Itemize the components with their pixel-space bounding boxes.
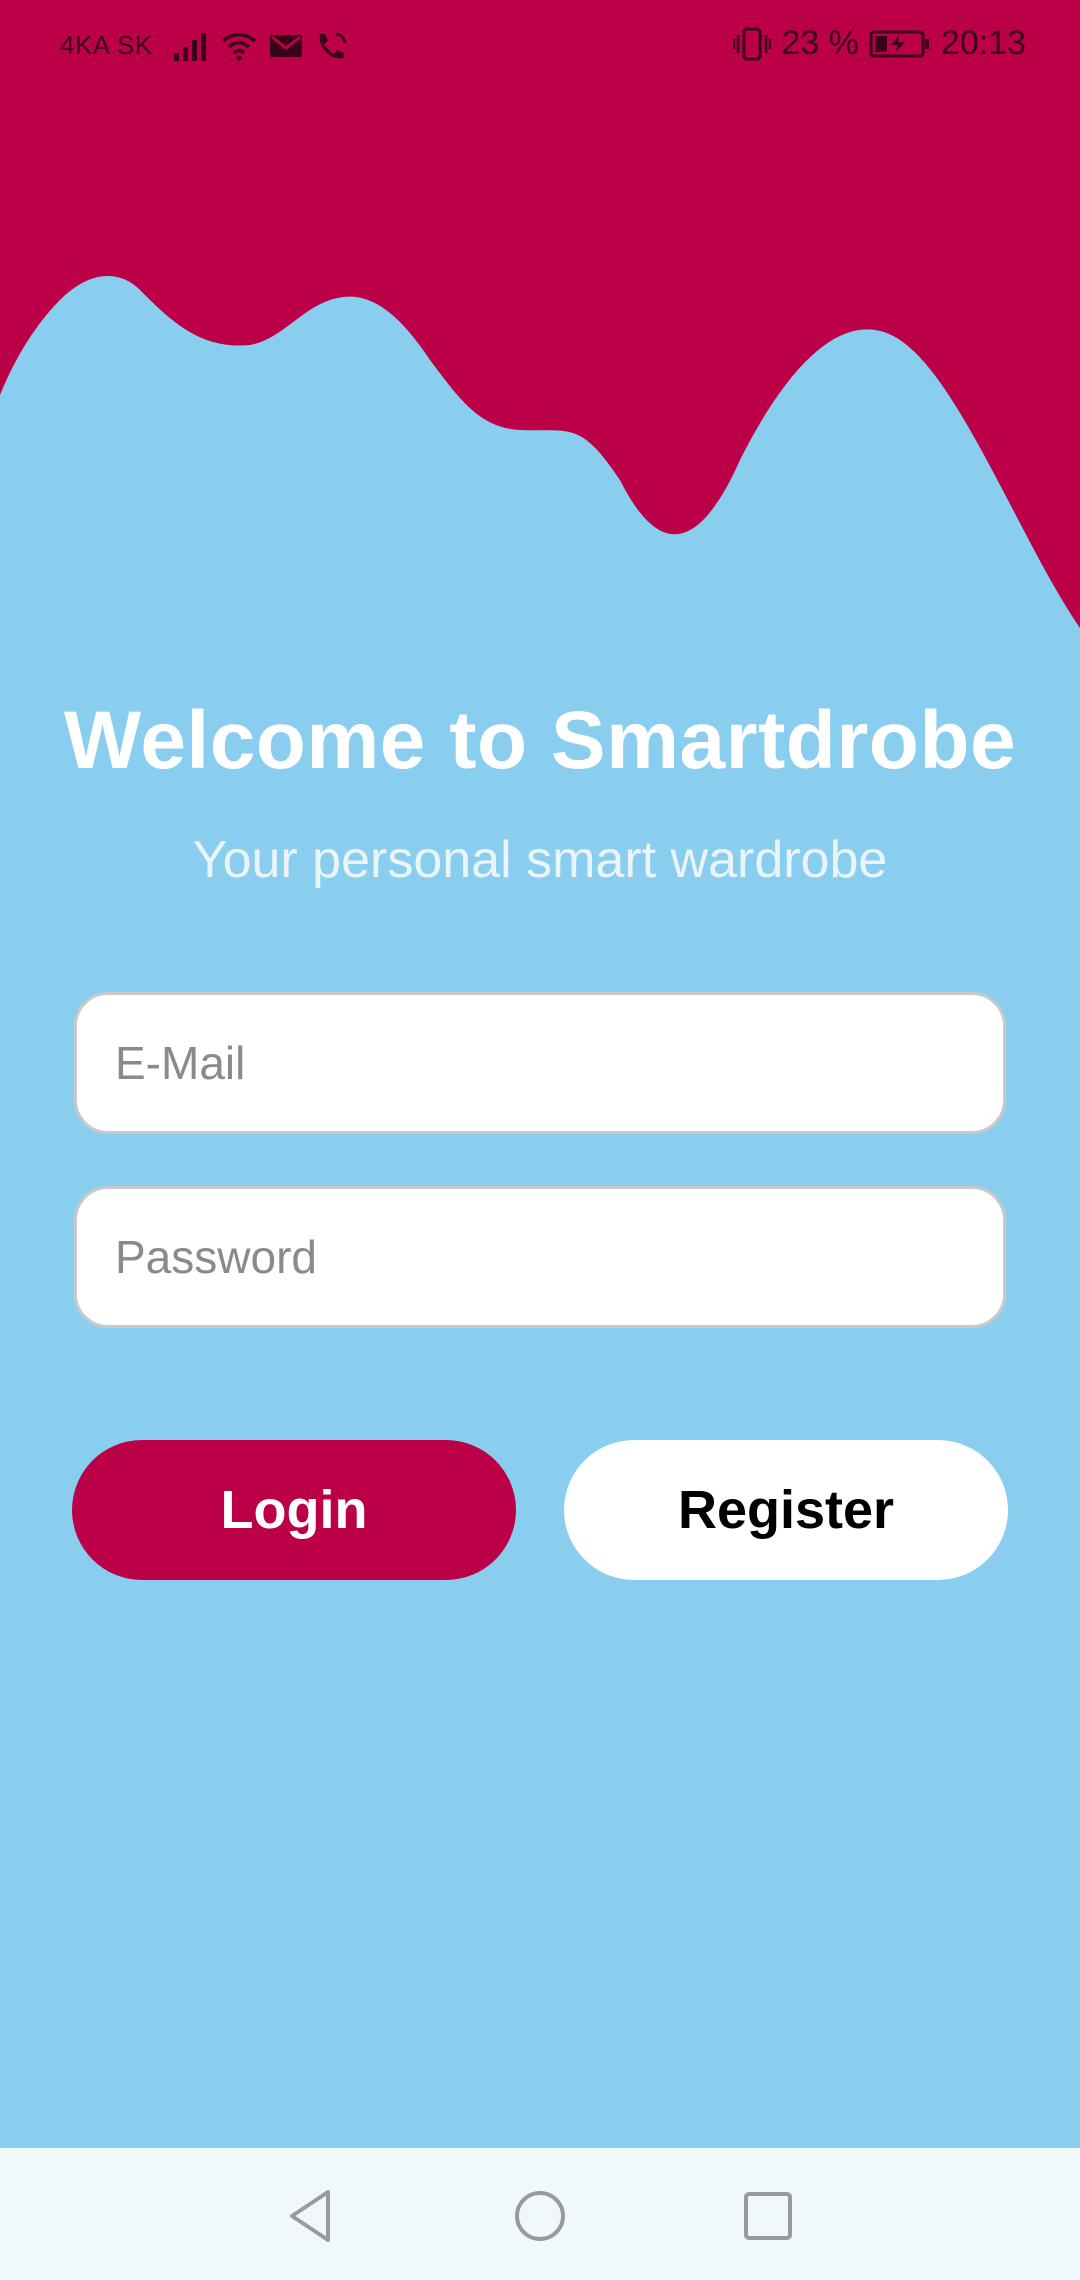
call-icon [319, 32, 347, 59]
status-right: 23 % 20:13 [733, 24, 1026, 63]
status-bar: 4KA SK 23 % 20:13 [0, 0, 1080, 92]
system-nav-bar [0, 2148, 1080, 2280]
wifi-icon [221, 32, 257, 61]
password-field[interactable] [74, 1186, 1006, 1328]
register-button[interactable]: Register [564, 1440, 1008, 1580]
page-subtitle: Your personal smart wardrobe [192, 831, 888, 889]
mail-icon [270, 35, 302, 57]
page-title: Welcome to Smartdrobe [63, 695, 1017, 786]
login-screen: 4KA SK 23 % 20:13 Welcome to Smartdrobe … [0, 0, 1080, 2280]
back-icon[interactable] [278, 2184, 342, 2248]
vibrate-icon [733, 27, 772, 60]
carrier-label: 4KA SK [60, 30, 153, 60]
status-icons-left [172, 26, 348, 66]
signal-icon [174, 33, 206, 61]
recents-icon[interactable] [736, 2184, 800, 2248]
battery-charging-icon [869, 30, 929, 57]
login-button[interactable]: Login [72, 1440, 516, 1580]
clock: 20:13 [940, 24, 1026, 62]
home-icon[interactable] [508, 2184, 572, 2248]
header-wave [0, 0, 1080, 628]
email-field[interactable] [74, 992, 1006, 1134]
battery-percent: 23 % [781, 24, 859, 62]
